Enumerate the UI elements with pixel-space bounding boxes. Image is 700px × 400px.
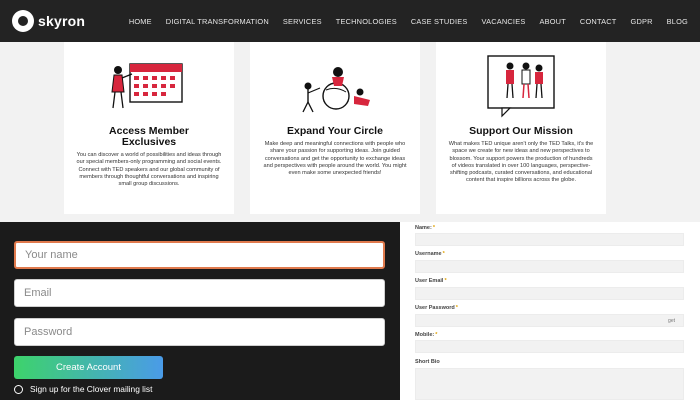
- field-label-text: Mobile:: [415, 332, 435, 338]
- password-visibility-toggle[interactable]: get: [668, 318, 675, 324]
- nav-item-technologies[interactable]: TECHNOLOGIES: [336, 17, 397, 26]
- required-marker: *: [444, 278, 447, 284]
- field-label-text: Name:: [415, 225, 432, 231]
- nav-item-services[interactable]: SERVICES: [283, 17, 322, 26]
- card-access-member-exclusives: Access Member Exclusives You can discove…: [64, 42, 234, 214]
- required-marker: *: [435, 332, 438, 338]
- logo-mark-icon: [12, 10, 34, 32]
- people-circle-illustration-icon: [250, 42, 420, 126]
- nav-item-case-studies[interactable]: CASE STUDIES: [411, 17, 468, 26]
- card-support-our-mission: Support Our Mission What makes TED uniqu…: [436, 42, 606, 214]
- password-input[interactable]: [14, 318, 385, 346]
- user-email-field[interactable]: [415, 287, 684, 300]
- required-marker: *: [442, 251, 445, 257]
- card-body: What makes TED unique aren't only the TE…: [448, 141, 594, 184]
- email-input[interactable]: [14, 279, 385, 307]
- mobile-field[interactable]: [415, 340, 684, 353]
- field-label-text: User Password: [415, 305, 455, 311]
- card-title: Access Member Exclusives: [64, 126, 234, 148]
- nav-item-about[interactable]: ABOUT: [539, 17, 565, 26]
- user-email-label: User Email*: [415, 278, 447, 284]
- main-menu: HOME DIGITAL TRANSFORMATION SERVICES TEC…: [129, 0, 688, 42]
- short-bio-label: Short Bio: [415, 359, 440, 365]
- nav-item-contact[interactable]: CONTACT: [580, 17, 617, 26]
- nav-item-vacancies[interactable]: VACANCIES: [481, 17, 525, 26]
- field-label-text: Short Bio: [415, 359, 440, 365]
- name-input[interactable]: [14, 241, 385, 269]
- speaking-people-illustration-icon: [436, 42, 606, 126]
- benefits-section: Access Member Exclusives You can discove…: [0, 42, 700, 222]
- name-field[interactable]: [415, 233, 684, 246]
- logo[interactable]: skyron: [12, 10, 85, 32]
- user-password-field[interactable]: get: [415, 314, 684, 327]
- required-marker: *: [432, 225, 435, 231]
- nav-item-home[interactable]: HOME: [129, 17, 152, 26]
- field-label-text: User Email: [415, 278, 444, 284]
- card-expand-your-circle: Expand Your Circle Make deep and meaning…: [250, 42, 420, 214]
- mobile-label: Mobile:*: [415, 332, 437, 338]
- mailing-list-checkbox[interactable]: [14, 384, 23, 394]
- short-bio-textarea[interactable]: [415, 368, 684, 400]
- user-password-label: User Password*: [415, 305, 458, 311]
- card-title: Support Our Mission: [469, 125, 573, 137]
- signup-form: Create Account Sign up for the Clover ma…: [0, 222, 400, 400]
- profile-form: Name:* Username* User Email* User Passwo…: [400, 222, 700, 400]
- calendar-illustration-icon: [64, 42, 234, 126]
- username-label: Username*: [415, 251, 445, 257]
- top-navbar: skyron HOME DIGITAL TRANSFORMATION SERVI…: [0, 0, 700, 42]
- card-title-line: Exclusives: [121, 136, 177, 148]
- card-title: Expand Your Circle: [287, 125, 383, 137]
- mailing-list-option: Sign up for the Clover mailing list: [14, 384, 152, 394]
- card-body: Make deep and meaningful connections wit…: [263, 141, 407, 177]
- nav-item-digital-transformation[interactable]: DIGITAL TRANSFORMATION: [166, 17, 269, 26]
- required-marker: *: [455, 305, 458, 311]
- name-label: Name:*: [415, 225, 435, 231]
- create-account-button[interactable]: Create Account: [14, 356, 163, 379]
- username-field[interactable]: [415, 260, 684, 273]
- nav-item-blog[interactable]: BLOG: [667, 17, 688, 26]
- page: skyron HOME DIGITAL TRANSFORMATION SERVI…: [0, 0, 700, 400]
- card-body: You can discover a world of possibilitie…: [76, 152, 222, 188]
- logo-text: skyron: [38, 13, 86, 29]
- field-label-text: Username: [415, 251, 442, 257]
- nav-item-gdpr[interactable]: GDPR: [631, 17, 653, 26]
- mailing-list-label[interactable]: Sign up for the Clover mailing list: [30, 384, 152, 394]
